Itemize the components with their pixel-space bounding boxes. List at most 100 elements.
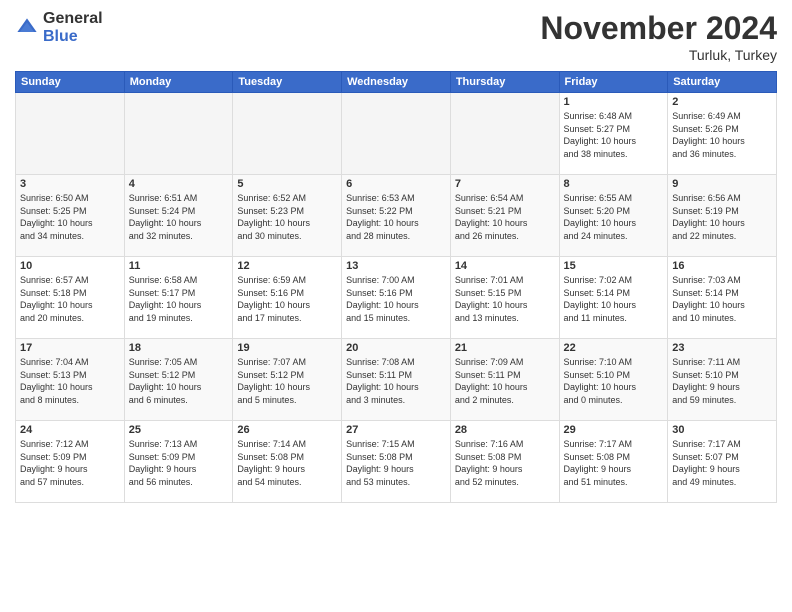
- calendar-cell: 14 Sunrise: 7:01 AM Sunset: 5:15 PM Dayli…: [450, 257, 559, 339]
- calendar-cell: 30 Sunrise: 7:17 AM Sunset: 5:07 PM Dayli…: [668, 421, 777, 503]
- day-info: Sunrise: 6:53 AM Sunset: 5:22 PM Dayligh…: [346, 192, 446, 242]
- calendar-cell: 12Sunrise: 6:59 AM Sunset: 5:16 PM Dayli…: [233, 257, 342, 339]
- calendar-cell: 8 Sunrise: 6:55 AM Sunset: 5:20 PM Daylig…: [559, 175, 668, 257]
- day-info: Sunrise: 7:17 AM Sunset: 5:08 PM Dayligh…: [564, 438, 664, 488]
- day-number: 23: [672, 342, 772, 354]
- day-number: 28: [455, 424, 555, 436]
- calendar-cell: 11 Sunrise: 6:58 AM Sunset: 5:17 PM Dayli…: [124, 257, 233, 339]
- calendar-cell: 27 Sunrise: 7:15 AM Sunset: 5:08 PM Dayli…: [342, 421, 451, 503]
- week-row-1: 3Sunrise: 6:50 AM Sunset: 5:25 PM Daylig…: [16, 175, 777, 257]
- calendar-cell: 17 Sunrise: 7:04 AM Sunset: 5:13 PM Dayli…: [16, 339, 125, 421]
- calendar-cell: 4 Sunrise: 6:51 AM Sunset: 5:24 PM Daylig…: [124, 175, 233, 257]
- calendar-cell: 9 Sunrise: 6:56 AM Sunset: 5:19 PM Daylig…: [668, 175, 777, 257]
- calendar-cell: 6 Sunrise: 6:53 AM Sunset: 5:22 PM Daylig…: [342, 175, 451, 257]
- day-info: Sunrise: 6:50 AM Sunset: 5:25 PM Dayligh…: [20, 192, 120, 242]
- day-number: 21: [455, 342, 555, 354]
- calendar-cell: 7 Sunrise: 6:54 AM Sunset: 5:21 PM Daylig…: [450, 175, 559, 257]
- calendar-cell: [450, 93, 559, 175]
- calendar-cell: 26 Sunrise: 7:14 AM Sunset: 5:08 PM Dayli…: [233, 421, 342, 503]
- calendar-cell: [342, 93, 451, 175]
- day-number: 1: [564, 96, 664, 108]
- day-info: Sunrise: 7:11 AM Sunset: 5:10 PM Dayligh…: [672, 356, 772, 406]
- calendar-cell: 18Sunrise: 7:05 AM Sunset: 5:12 PM Dayli…: [124, 339, 233, 421]
- day-number: 29: [564, 424, 664, 436]
- day-info: Sunrise: 7:05 AM Sunset: 5:12 PM Dayligh…: [129, 356, 229, 406]
- calendar-cell: [16, 93, 125, 175]
- day-number: 9: [672, 178, 772, 190]
- location: Turluk, Turkey: [540, 47, 777, 63]
- day-info: Sunrise: 6:58 AM Sunset: 5:17 PM Dayligh…: [129, 274, 229, 324]
- calendar-cell: 22 Sunrise: 7:10 AM Sunset: 5:10 PM Dayli…: [559, 339, 668, 421]
- calendar-cell: 23 Sunrise: 7:11 AM Sunset: 5:10 PM Dayli…: [668, 339, 777, 421]
- day-number: 30: [672, 424, 772, 436]
- calendar-cell: 28Sunrise: 7:16 AM Sunset: 5:08 PM Dayli…: [450, 421, 559, 503]
- day-info: Sunrise: 6:48 AM Sunset: 5:27 PM Dayligh…: [564, 110, 664, 160]
- header-monday: Monday: [124, 72, 233, 93]
- day-number: 11: [129, 260, 229, 272]
- logo-icon: [15, 16, 39, 40]
- page: General Blue November 2024 Turluk, Turke…: [0, 0, 792, 612]
- day-info: Sunrise: 7:14 AM Sunset: 5:08 PM Dayligh…: [237, 438, 337, 488]
- header-friday: Friday: [559, 72, 668, 93]
- day-number: 15: [564, 260, 664, 272]
- day-info: Sunrise: 7:01 AM Sunset: 5:15 PM Dayligh…: [455, 274, 555, 324]
- day-number: 6: [346, 178, 446, 190]
- month-title: November 2024: [540, 10, 777, 47]
- calendar-cell: 16Sunrise: 7:03 AM Sunset: 5:14 PM Dayli…: [668, 257, 777, 339]
- day-info: Sunrise: 6:51 AM Sunset: 5:24 PM Dayligh…: [129, 192, 229, 242]
- calendar-cell: 1 Sunrise: 6:48 AM Sunset: 5:27 PM Daylig…: [559, 93, 668, 175]
- day-number: 10: [20, 260, 120, 272]
- day-info: Sunrise: 7:02 AM Sunset: 5:14 PM Dayligh…: [564, 274, 664, 324]
- day-info: Sunrise: 7:07 AM Sunset: 5:12 PM Dayligh…: [237, 356, 337, 406]
- day-info: Sunrise: 6:54 AM Sunset: 5:21 PM Dayligh…: [455, 192, 555, 242]
- day-number: 13: [346, 260, 446, 272]
- day-info: Sunrise: 7:09 AM Sunset: 5:11 PM Dayligh…: [455, 356, 555, 406]
- day-info: Sunrise: 7:10 AM Sunset: 5:10 PM Dayligh…: [564, 356, 664, 406]
- day-info: Sunrise: 6:52 AM Sunset: 5:23 PM Dayligh…: [237, 192, 337, 242]
- calendar-cell: [124, 93, 233, 175]
- day-info: Sunrise: 6:59 AM Sunset: 5:16 PM Dayligh…: [237, 274, 337, 324]
- week-row-4: 24 Sunrise: 7:12 AM Sunset: 5:09 PM Dayli…: [16, 421, 777, 503]
- day-number: 26: [237, 424, 337, 436]
- day-number: 27: [346, 424, 446, 436]
- calendar-cell: 15 Sunrise: 7:02 AM Sunset: 5:14 PM Dayli…: [559, 257, 668, 339]
- day-number: 20: [346, 342, 446, 354]
- header: General Blue November 2024 Turluk, Turke…: [15, 10, 777, 63]
- day-number: 25: [129, 424, 229, 436]
- day-info: Sunrise: 7:15 AM Sunset: 5:08 PM Dayligh…: [346, 438, 446, 488]
- week-row-3: 17 Sunrise: 7:04 AM Sunset: 5:13 PM Dayli…: [16, 339, 777, 421]
- day-info: Sunrise: 6:57 AM Sunset: 5:18 PM Dayligh…: [20, 274, 120, 324]
- day-info: Sunrise: 7:13 AM Sunset: 5:09 PM Dayligh…: [129, 438, 229, 488]
- day-info: Sunrise: 7:12 AM Sunset: 5:09 PM Dayligh…: [20, 438, 120, 488]
- day-info: Sunrise: 7:08 AM Sunset: 5:11 PM Dayligh…: [346, 356, 446, 406]
- calendar-cell: 29 Sunrise: 7:17 AM Sunset: 5:08 PM Dayli…: [559, 421, 668, 503]
- calendar-cell: 24 Sunrise: 7:12 AM Sunset: 5:09 PM Dayli…: [16, 421, 125, 503]
- calendar: SundayMondayTuesdayWednesdayThursdayFrid…: [15, 71, 777, 503]
- calendar-cell: 20 Sunrise: 7:08 AM Sunset: 5:11 PM Dayli…: [342, 339, 451, 421]
- day-number: 17: [20, 342, 120, 354]
- week-row-0: 1 Sunrise: 6:48 AM Sunset: 5:27 PM Daylig…: [16, 93, 777, 175]
- day-info: Sunrise: 7:04 AM Sunset: 5:13 PM Dayligh…: [20, 356, 120, 406]
- calendar-header-row: SundayMondayTuesdayWednesdayThursdayFrid…: [16, 72, 777, 93]
- day-number: 7: [455, 178, 555, 190]
- logo-general: General: [43, 10, 103, 28]
- day-number: 19: [237, 342, 337, 354]
- day-number: 24: [20, 424, 120, 436]
- day-number: 4: [129, 178, 229, 190]
- day-number: 8: [564, 178, 664, 190]
- day-number: 22: [564, 342, 664, 354]
- day-info: Sunrise: 6:55 AM Sunset: 5:20 PM Dayligh…: [564, 192, 664, 242]
- title-block: November 2024 Turluk, Turkey: [540, 10, 777, 63]
- logo: General Blue: [15, 10, 103, 45]
- week-row-2: 10 Sunrise: 6:57 AM Sunset: 5:18 PM Dayli…: [16, 257, 777, 339]
- day-number: 14: [455, 260, 555, 272]
- header-wednesday: Wednesday: [342, 72, 451, 93]
- header-sunday: Sunday: [16, 72, 125, 93]
- day-info: Sunrise: 7:17 AM Sunset: 5:07 PM Dayligh…: [672, 438, 772, 488]
- day-info: Sunrise: 7:03 AM Sunset: 5:14 PM Dayligh…: [672, 274, 772, 324]
- calendar-cell: 19 Sunrise: 7:07 AM Sunset: 5:12 PM Dayli…: [233, 339, 342, 421]
- calendar-cell: 2Sunrise: 6:49 AM Sunset: 5:26 PM Daylig…: [668, 93, 777, 175]
- day-info: Sunrise: 7:00 AM Sunset: 5:16 PM Dayligh…: [346, 274, 446, 324]
- day-info: Sunrise: 6:56 AM Sunset: 5:19 PM Dayligh…: [672, 192, 772, 242]
- calendar-cell: 13 Sunrise: 7:00 AM Sunset: 5:16 PM Dayli…: [342, 257, 451, 339]
